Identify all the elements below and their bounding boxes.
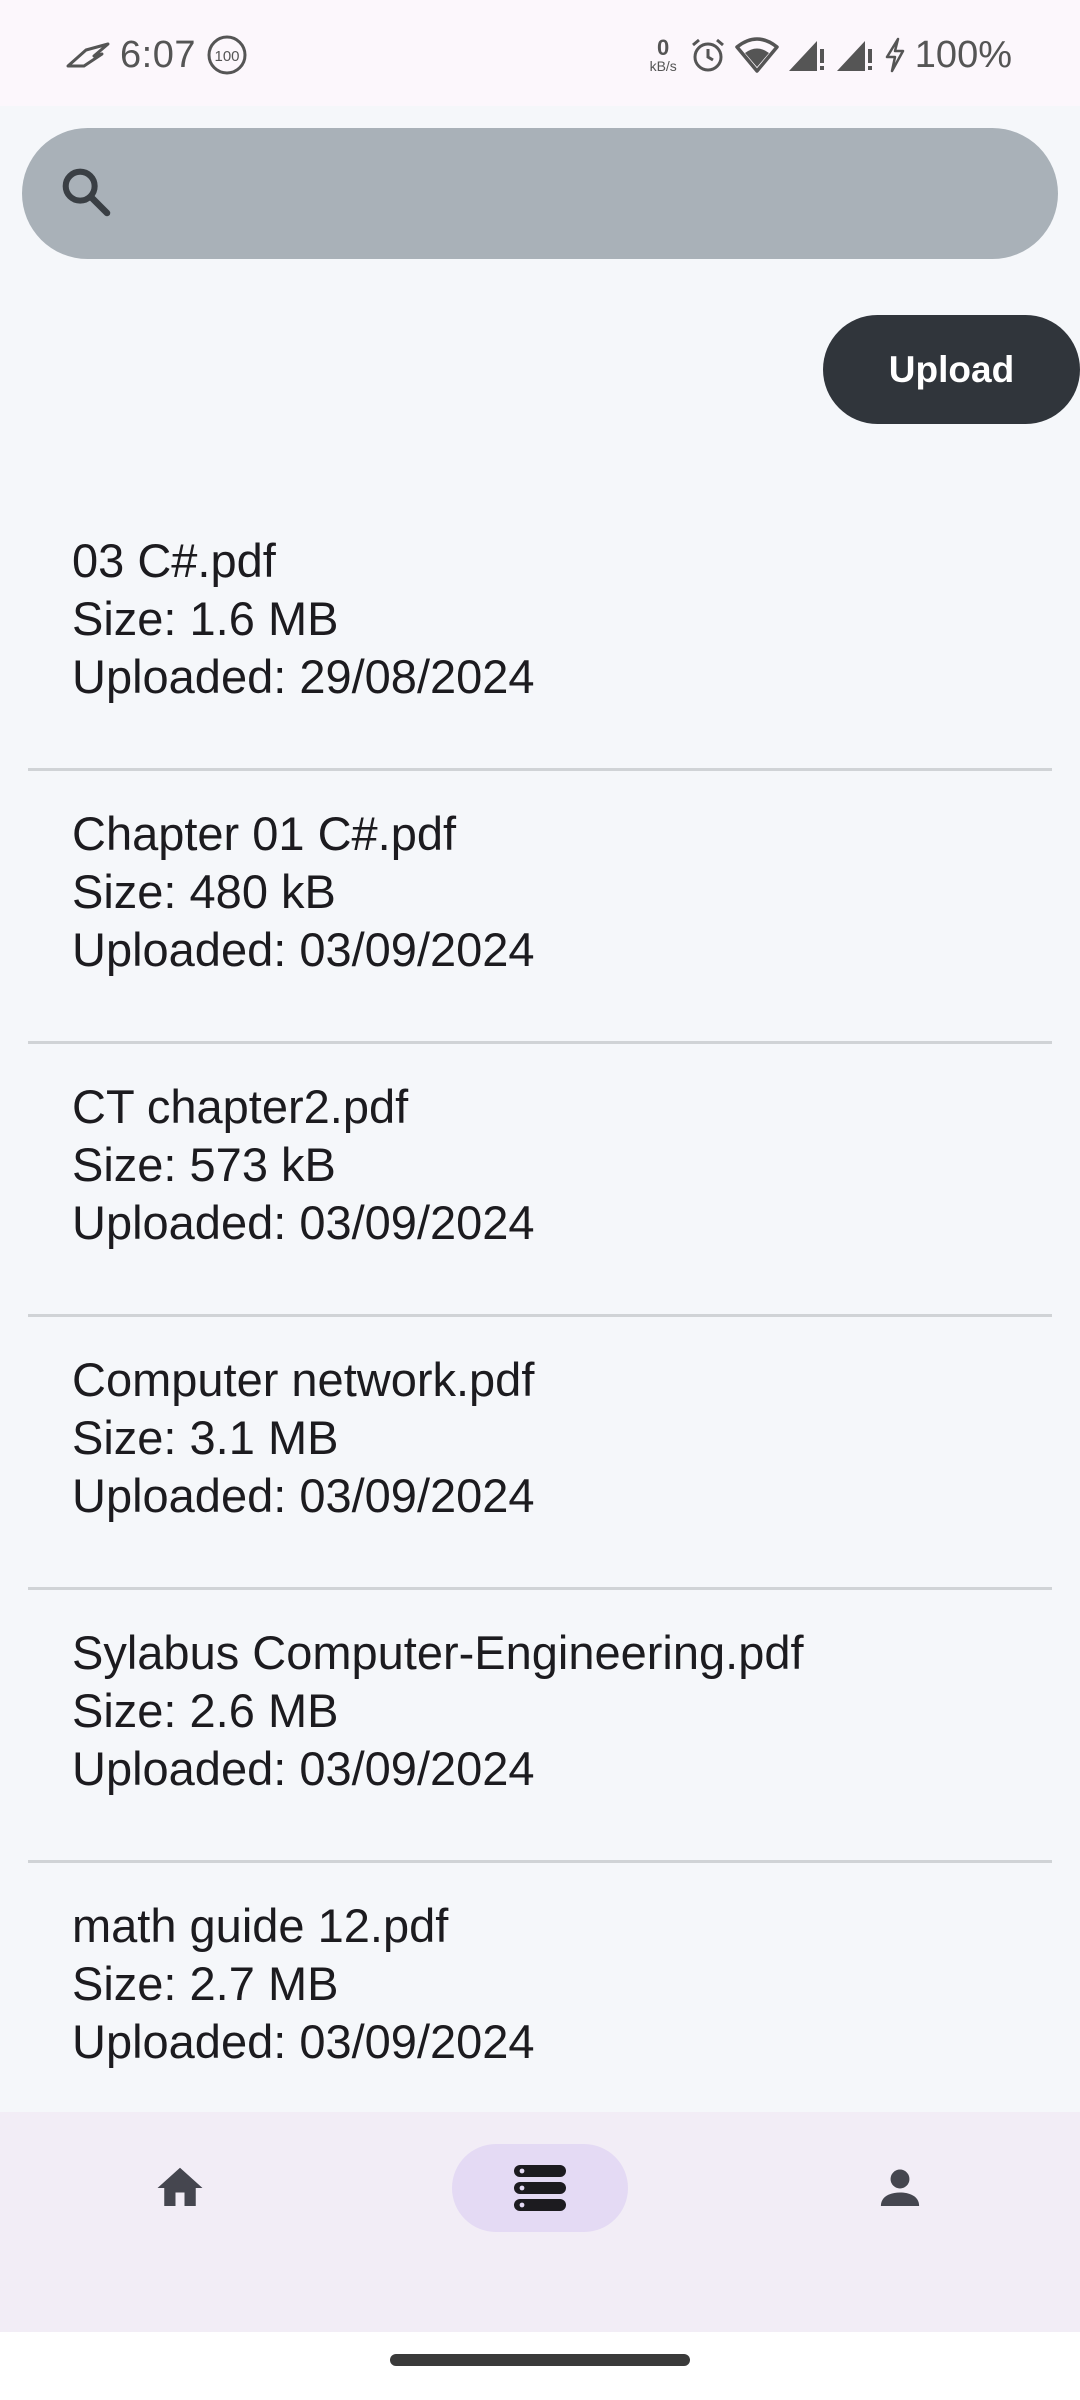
file-uploaded-date: Uploaded: 03/09/2024 [72, 1196, 535, 1249]
file-name: CT chapter2.pdf [72, 1080, 409, 1133]
file-list-item[interactable]: math guide 12.pdf Size: 2.7 MB Uploaded:… [0, 1865, 1080, 2138]
network-speed-value: 0 [657, 35, 670, 60]
charging-icon [885, 37, 905, 73]
file-uploaded-date: Uploaded: 03/09/2024 [72, 2015, 535, 2068]
status-left: 6:07 100 [66, 30, 248, 80]
file-size: Size: 2.6 MB [72, 1684, 339, 1737]
divider [28, 1860, 1052, 1863]
file-info: Computer network.pdf Size: 3.1 MB Upload… [72, 1351, 535, 1525]
status-right: 0 kB/s 100% [650, 30, 1012, 80]
file-list-item[interactable]: Chapter 01 C#.pdf Size: 480 kB Uploaded:… [0, 773, 1080, 1046]
divider [28, 1314, 1052, 1317]
gesture-area [0, 2332, 1080, 2400]
file-size: Size: 1.6 MB [72, 592, 339, 645]
file-list-item[interactable]: CT chapter2.pdf Size: 573 kB Uploaded: 0… [0, 1046, 1080, 1319]
person-icon [880, 2169, 920, 2206]
bottom-navigation [0, 2112, 1080, 2332]
home-icon [157, 2167, 203, 2206]
nav-profile-button[interactable] [812, 2144, 988, 2232]
divider [28, 768, 1052, 771]
notification-badge-text: 100 [214, 48, 239, 65]
alarm-icon [691, 38, 724, 72]
file-size: Size: 573 kB [72, 1138, 336, 1191]
status-bar: 6:07 100 0 kB/s 100% [0, 0, 1080, 106]
file-info: 03 C#.pdf Size: 1.6 MB Uploaded: 29/08/2… [72, 532, 535, 706]
battery-percent: 100% [914, 33, 1012, 76]
search-icon[interactable] [58, 164, 114, 220]
file-uploaded-date: Uploaded: 03/09/2024 [72, 1469, 535, 1522]
file-uploaded-date: Uploaded: 03/09/2024 [72, 923, 535, 976]
gesture-handle[interactable] [390, 2354, 690, 2366]
wifi-icon [735, 37, 779, 73]
file-list-item[interactable]: Computer network.pdf Size: 3.1 MB Upload… [0, 1319, 1080, 1592]
file-uploaded-date: Uploaded: 29/08/2024 [72, 650, 535, 703]
file-name: math guide 12.pdf [72, 1899, 449, 1952]
signal-icon [788, 41, 824, 71]
file-size: Size: 2.7 MB [72, 1957, 339, 2010]
network-speed-unit: kB/s [649, 58, 677, 74]
file-info: Sylabus Computer-Engineering.pdf Size: 2… [72, 1624, 804, 1798]
divider [28, 1041, 1052, 1044]
nav-files-button[interactable] [452, 2144, 628, 2232]
list-icon [514, 2165, 566, 2211]
file-info: math guide 12.pdf Size: 2.7 MB Uploaded:… [72, 1897, 535, 2071]
file-info: CT chapter2.pdf Size: 573 kB Uploaded: 0… [72, 1078, 535, 1252]
nav-home-button[interactable] [92, 2144, 268, 2232]
file-list-item[interactable]: Sylabus Computer-Engineering.pdf Size: 2… [0, 1592, 1080, 1865]
file-list: 03 C#.pdf Size: 1.6 MB Uploaded: 29/08/2… [0, 500, 1080, 2138]
network-speed: 0 kB/s [649, 35, 677, 74]
file-info: Chapter 01 C#.pdf Size: 480 kB Uploaded:… [72, 805, 535, 979]
signal-icon [836, 41, 872, 71]
search-input[interactable] [130, 150, 1034, 238]
file-name: Sylabus Computer-Engineering.pdf [72, 1626, 804, 1679]
file-size: Size: 3.1 MB [72, 1411, 339, 1464]
upload-button[interactable]: Upload [823, 315, 1080, 424]
divider [28, 1587, 1052, 1590]
notification-badge-icon: 100 [207, 35, 247, 75]
file-name: Chapter 01 C#.pdf [72, 807, 457, 860]
status-time: 6:07 [120, 33, 196, 76]
file-name: Computer network.pdf [72, 1353, 535, 1406]
file-uploaded-date: Uploaded: 03/09/2024 [72, 1742, 535, 1795]
file-list-item[interactable]: 03 C#.pdf Size: 1.6 MB Uploaded: 29/08/2… [0, 500, 1080, 773]
file-name: 03 C#.pdf [72, 534, 276, 587]
brand-logo-icon [66, 42, 110, 68]
file-size: Size: 480 kB [72, 865, 336, 918]
